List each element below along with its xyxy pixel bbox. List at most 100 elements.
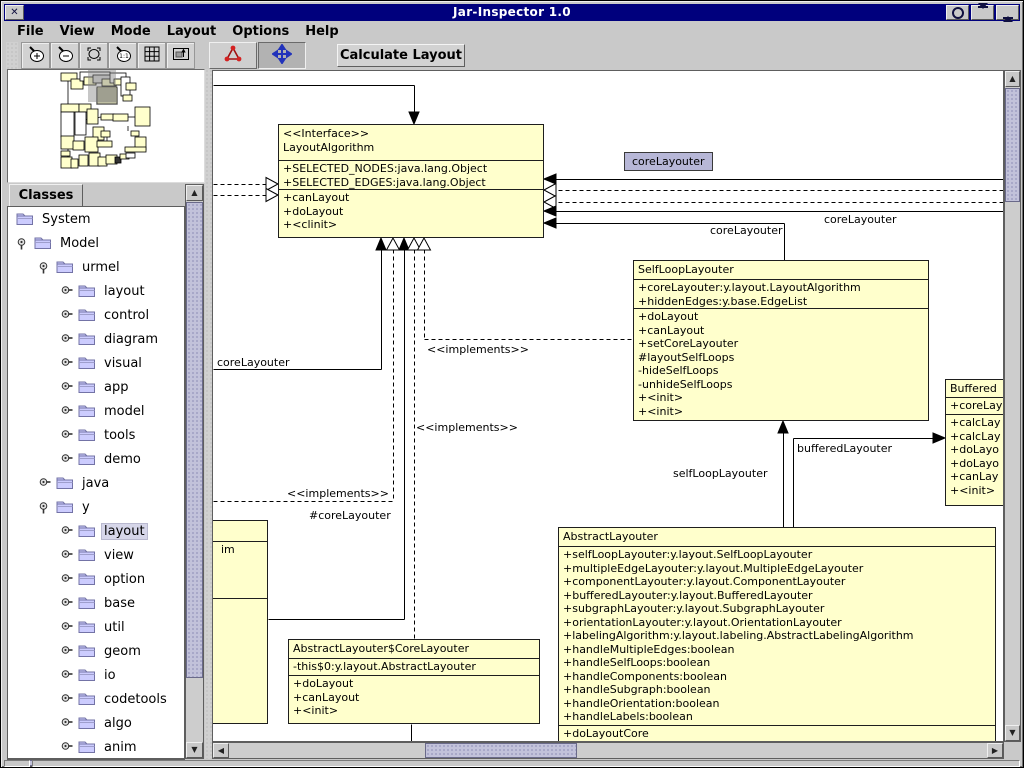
tree-vertical-scrollbar-thumb[interactable] xyxy=(186,202,203,678)
edit-mode-icon xyxy=(223,44,243,68)
tree-item-Model[interactable]: Model xyxy=(8,231,184,255)
uml-class-buffered-layouter[interactable]: Buffered+coreLay+calcLay+calcLay+doLayo+… xyxy=(945,379,1004,506)
edge-label[interactable]: <<implements>> xyxy=(427,343,529,356)
tree-expander-collapsed-icon[interactable] xyxy=(60,549,73,562)
toolbar-grip[interactable] xyxy=(6,42,18,69)
overview-panel[interactable] xyxy=(7,69,205,183)
tree-item-y[interactable]: y xyxy=(8,495,184,519)
tree-item-codetools[interactable]: codetools xyxy=(8,687,184,711)
tree-expander-collapsed-icon[interactable] xyxy=(60,645,73,658)
uml-class-partial-class-left[interactable]: im xyxy=(212,520,268,724)
tree-expander-collapsed-icon[interactable] xyxy=(60,573,73,586)
tree-expander-collapsed-icon[interactable] xyxy=(60,525,73,538)
tree-item-view[interactable]: view xyxy=(8,543,184,567)
tree-expander-expanded-icon[interactable] xyxy=(38,261,51,274)
zoom-out-button[interactable] xyxy=(50,42,79,69)
tree-expander-collapsed-icon[interactable] xyxy=(60,621,73,634)
canvas-scroll-left-button[interactable]: ◀ xyxy=(213,743,229,758)
tree-item-control[interactable]: control xyxy=(8,303,184,327)
uml-class-abstract-layouter[interactable]: AbstractLayouter+selfLoopLayouter:y.layo… xyxy=(558,527,996,742)
tree-expander-collapsed-icon[interactable] xyxy=(60,381,73,394)
tree-item-tools[interactable]: tools xyxy=(8,423,184,447)
grid-button[interactable] xyxy=(137,42,166,69)
canvas-vertical-scrollbar[interactable]: ▲ ▼ xyxy=(1004,70,1021,742)
tree-item-option[interactable]: option xyxy=(8,567,184,591)
tree-item-System[interactable]: System xyxy=(8,207,184,231)
fit-content-button[interactable] xyxy=(166,42,195,69)
menu-item-layout[interactable]: Layout xyxy=(159,24,225,39)
menu-item-view[interactable]: View xyxy=(52,24,103,39)
edit-mode-button[interactable] xyxy=(209,42,257,69)
canvas-vertical-scrollbar-thumb[interactable] xyxy=(1005,88,1020,202)
tree-item-model[interactable]: model xyxy=(8,399,184,423)
tree-item-demo[interactable]: demo xyxy=(8,447,184,471)
tree-expander-collapsed-icon[interactable] xyxy=(60,285,73,298)
canvas-horizontal-scrollbar[interactable]: ◀ ▶ xyxy=(212,742,1004,759)
tree-vertical-scrollbar[interactable]: ▲ ▼ xyxy=(185,184,204,759)
canvas-scroll-down-button[interactable]: ▼ xyxy=(1005,725,1020,741)
tree-expander-expanded-icon[interactable] xyxy=(16,237,29,250)
tree-expander-collapsed-icon[interactable] xyxy=(60,357,73,370)
zoom-in-button[interactable] xyxy=(21,42,50,69)
tree-item-visual[interactable]: visual xyxy=(8,351,184,375)
edge-label[interactable]: <<implements>> xyxy=(287,487,389,500)
window-circle-button[interactable] xyxy=(946,5,969,20)
tree-expander-collapsed-icon[interactable] xyxy=(60,693,73,706)
tree-item-base[interactable]: base xyxy=(8,591,184,615)
tree-item-layout[interactable]: layout xyxy=(8,519,184,543)
edge-label[interactable]: bufferedLayouter xyxy=(797,442,892,455)
tree-expander-collapsed-icon[interactable] xyxy=(60,717,73,730)
canvas-horizontal-scrollbar-thumb[interactable] xyxy=(425,743,577,758)
uml-class-abstract-layouter-core-layouter[interactable]: AbstractLayouter$CoreLayouter-this$0:y.l… xyxy=(288,639,540,724)
diagram-canvas[interactable]: <<Interface>>LayoutAlgorithm+SELECTED_NO… xyxy=(212,70,1004,742)
tree-expander-collapsed-icon[interactable] xyxy=(60,741,73,754)
zoom-in-icon xyxy=(26,44,46,68)
tree-expander-collapsed-icon[interactable] xyxy=(60,429,73,442)
menu-item-file[interactable]: File xyxy=(9,24,52,39)
calculate-layout-button[interactable]: Calculate Layout xyxy=(337,44,465,67)
tree-item-geom[interactable]: geom xyxy=(8,639,184,663)
edge-label-selected[interactable]: coreLayouter xyxy=(624,152,713,171)
tree-scroll-down-button[interactable]: ▼ xyxy=(186,742,203,758)
edge-label[interactable]: coreLayouter xyxy=(824,213,897,226)
canvas-scroll-right-button[interactable]: ▶ xyxy=(987,743,1003,758)
title-bar[interactable]: ✕ Jar-Inspector 1.0 xyxy=(4,4,1020,21)
tree-expander-collapsed-icon[interactable] xyxy=(60,669,73,682)
tree-item-urmel[interactable]: urmel xyxy=(8,255,184,279)
tree-expander-collapsed-icon[interactable] xyxy=(38,477,51,490)
tree-item-app[interactable]: app xyxy=(8,375,184,399)
tree-item-java[interactable]: java xyxy=(8,471,184,495)
window-raise-button[interactable] xyxy=(996,5,1019,20)
tree-expander-collapsed-icon[interactable] xyxy=(60,309,73,322)
tree-item-io[interactable]: io xyxy=(8,663,184,687)
menu-item-options[interactable]: Options xyxy=(224,24,297,39)
canvas-scroll-up-button[interactable]: ▲ xyxy=(1005,71,1020,87)
tree-scroll-up-button[interactable]: ▲ xyxy=(186,185,203,201)
zoom-actual-size-button[interactable]: 1:1 xyxy=(108,42,137,69)
tree-item-label: visual xyxy=(101,355,145,372)
tree-expander-collapsed-icon[interactable] xyxy=(60,405,73,418)
tree-expander-collapsed-icon[interactable] xyxy=(60,597,73,610)
tab-classes[interactable]: Classes xyxy=(9,184,83,207)
menu-item-help[interactable]: Help xyxy=(297,24,346,39)
edge-label[interactable]: <<implements>> xyxy=(416,421,518,434)
menu-item-mode[interactable]: Mode xyxy=(103,24,159,39)
edge-label[interactable]: #coreLayouter xyxy=(309,509,391,522)
uml-class-self-loop-layouter[interactable]: SelfLoopLayouter+coreLayouter:y.layout.L… xyxy=(633,260,929,421)
tree-item-algo[interactable]: algo xyxy=(8,711,184,735)
folder-icon xyxy=(78,668,96,682)
tree-item-util[interactable]: util xyxy=(8,615,184,639)
edge-label[interactable]: coreLayouter xyxy=(217,356,290,369)
tree-item-layout[interactable]: layout xyxy=(8,279,184,303)
edge-label[interactable]: selfLoopLayouter xyxy=(673,467,768,480)
move-mode-button[interactable] xyxy=(258,42,306,69)
window-lower-button[interactable] xyxy=(971,5,994,20)
tree-item-anim[interactable]: anim xyxy=(8,735,184,759)
zoom-area-button[interactable] xyxy=(79,42,108,69)
edge-label[interactable]: coreLayouter xyxy=(710,224,783,237)
tree-expander-collapsed-icon[interactable] xyxy=(60,333,73,346)
tree-item-diagram[interactable]: diagram xyxy=(8,327,184,351)
uml-class-layout-algorithm[interactable]: <<Interface>>LayoutAlgorithm+SELECTED_NO… xyxy=(278,124,544,238)
tree-expander-collapsed-icon[interactable] xyxy=(60,453,73,466)
tree-expander-expanded-icon[interactable] xyxy=(38,501,51,514)
